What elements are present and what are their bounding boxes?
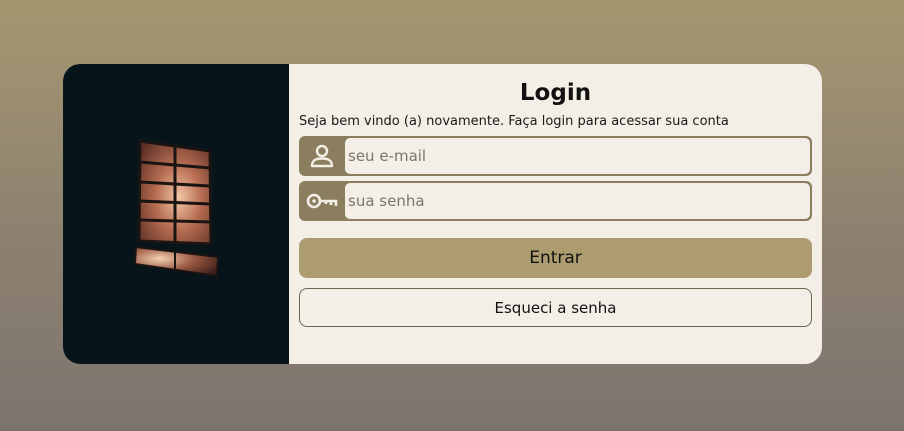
- email-field-group: [299, 136, 812, 176]
- login-form: Login Seja bem vindo (a) novamente. Faça…: [289, 64, 822, 364]
- window-photo: [63, 64, 289, 364]
- login-button[interactable]: Entrar: [299, 238, 812, 278]
- password-input[interactable]: [345, 183, 810, 219]
- email-input[interactable]: [345, 138, 810, 174]
- user-icon: [299, 138, 345, 174]
- key-icon: [299, 183, 345, 219]
- welcome-text: Seja bem vindo (a) novamente. Faça login…: [299, 114, 729, 129]
- password-field-group: [299, 181, 812, 221]
- login-card: Login Seja bem vindo (a) novamente. Faça…: [63, 64, 822, 364]
- page-title: Login: [519, 80, 592, 106]
- lit-window-image: [133, 139, 220, 278]
- forgot-password-button[interactable]: Esqueci a senha: [299, 288, 812, 327]
